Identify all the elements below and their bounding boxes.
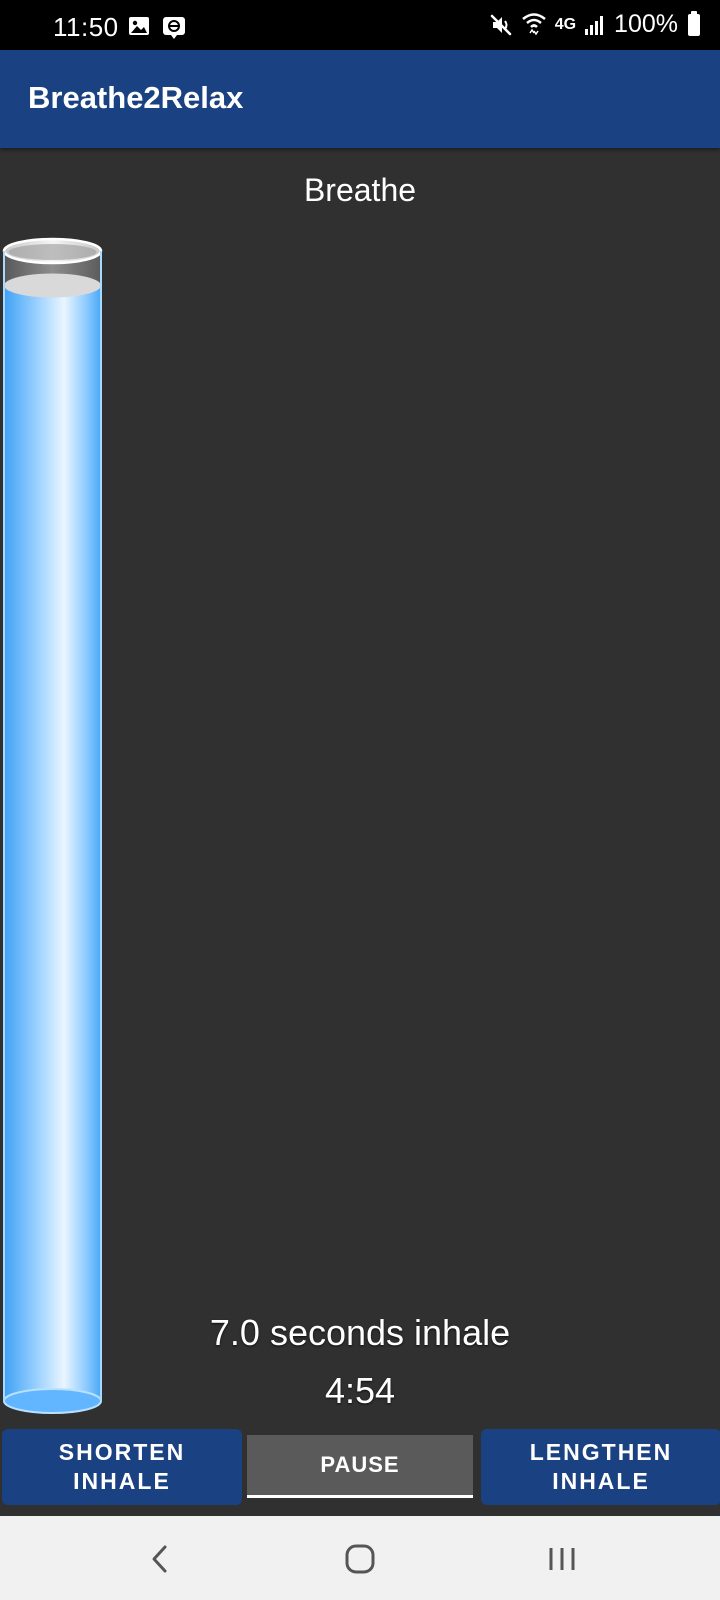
back-icon[interactable] (135, 1534, 185, 1584)
shorten-label-line2: INHALE (73, 1468, 171, 1494)
app-bar: Breathe2Relax (0, 50, 720, 148)
tube-water (4, 285, 101, 1401)
phase-label: Breathe (303, 172, 417, 208)
session-timer: 4:54 (324, 1370, 396, 1411)
gallery-icon (129, 17, 149, 35)
wifi-icon (521, 12, 546, 35)
status-right: 4G 100% (489, 10, 700, 39)
app-title: Breathe2Relax (28, 80, 244, 115)
shorten-inhale-button[interactable]: SHORTEN INHALE (2, 1429, 242, 1505)
home-icon[interactable] (335, 1534, 385, 1584)
breath-status-text: 7.0 seconds inhale (209, 1312, 511, 1353)
pause-label: PAUSE (320, 1452, 400, 1477)
shorten-label-line1: SHORTEN (58, 1439, 186, 1465)
status-bar: 11:50 4G 100% (0, 0, 720, 50)
lengthen-button-label: LENGTHEN INHALE (530, 1438, 673, 1496)
mute-icon (490, 14, 511, 35)
tube-bottom (3, 1388, 102, 1414)
lengthen-label-line1: LENGTHEN (529, 1439, 673, 1465)
navigation-bar (0, 1516, 720, 1600)
lengthen-inhale-button[interactable]: LENGTHEN INHALE (481, 1429, 720, 1505)
pause-button[interactable]: PAUSE (247, 1435, 473, 1498)
app-notification-icon (163, 17, 185, 39)
shorten-button-label: SHORTEN INHALE (59, 1438, 185, 1496)
screen: 11:50 4G 100% Breathe2Relax Breathe 7.0 … (0, 0, 720, 1600)
status-left-icons (128, 16, 186, 40)
recents-icon[interactable] (537, 1534, 587, 1584)
tube-water-surface (4, 273, 101, 298)
breathing-tube (2, 237, 103, 1414)
status-time: 11:50 (53, 12, 119, 42)
signal-icon (585, 15, 604, 35)
lengthen-label-line2: INHALE (552, 1468, 650, 1494)
battery-icon (688, 10, 700, 36)
battery-percent: 100% (614, 10, 678, 38)
network-type: 4G (554, 15, 577, 33)
